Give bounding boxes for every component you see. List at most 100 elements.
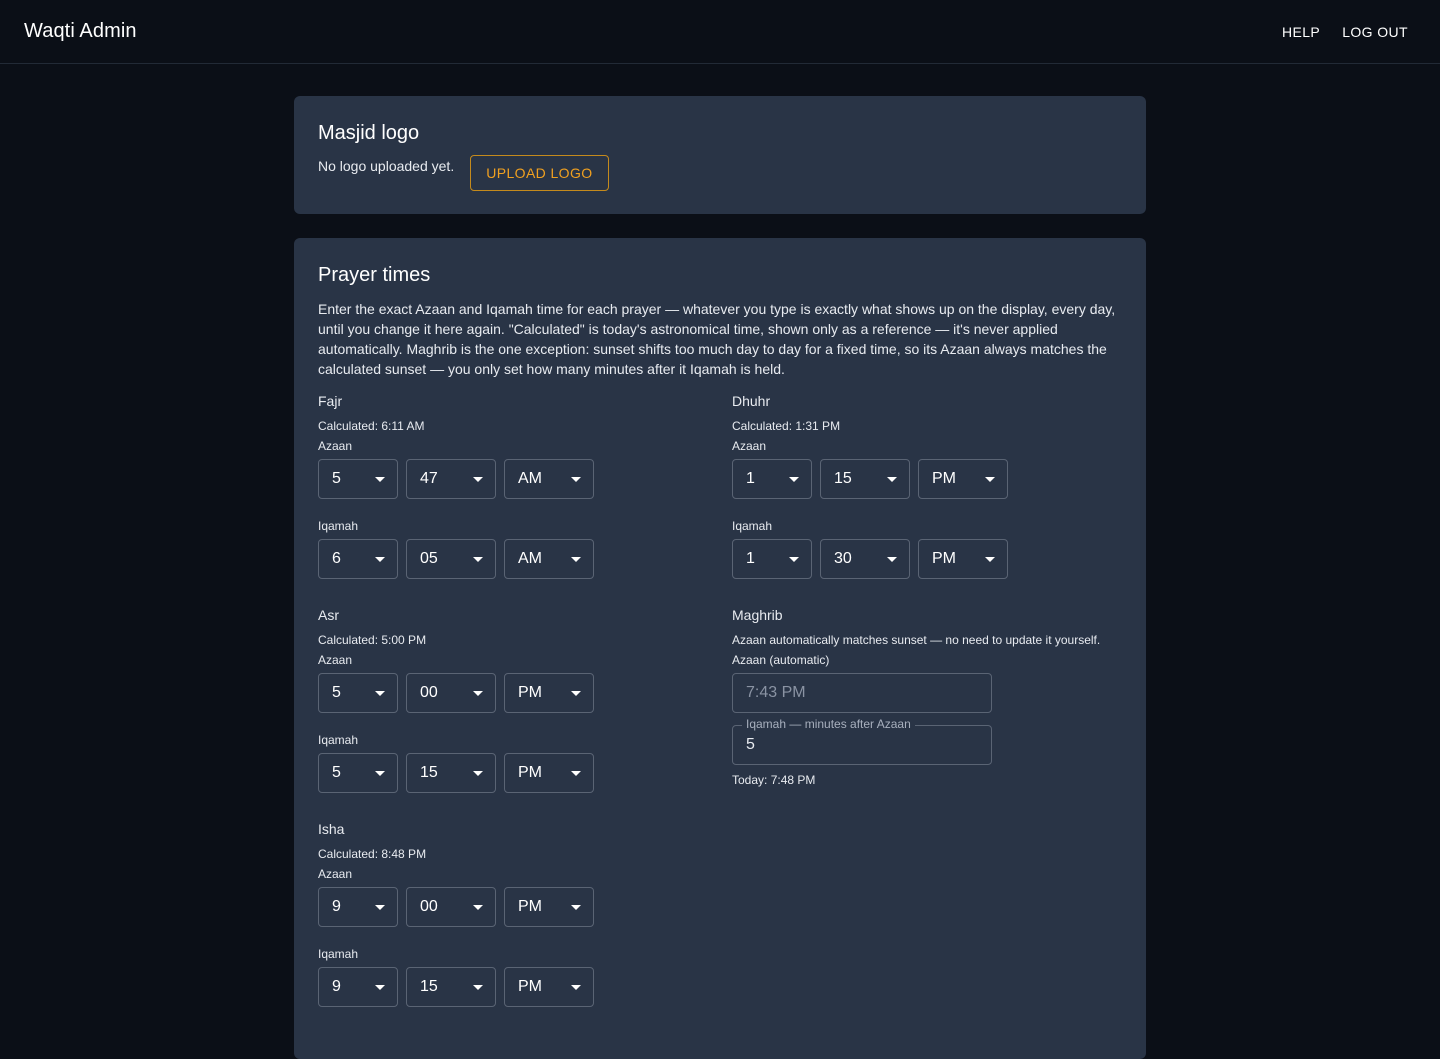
chevron-down-icon: [571, 770, 581, 776]
dhuhr-azaan-minute-select[interactable]: 15: [820, 459, 910, 499]
chevron-down-icon: [375, 556, 385, 562]
main-content: Masjid logo No logo uploaded yet. UPLOAD…: [294, 96, 1146, 1059]
chevron-down-icon: [375, 904, 385, 910]
chevron-down-icon: [375, 770, 385, 776]
iqamah-time-row: 1 30 PM: [732, 539, 1122, 579]
select-value: PM: [932, 550, 956, 567]
isha-azaan-hour-select[interactable]: 9: [318, 887, 398, 927]
logo-row: No logo uploaded yet. UPLOAD LOGO: [318, 155, 1122, 191]
dhuhr-azaan-ampm-select[interactable]: PM: [918, 459, 1008, 499]
chevron-down-icon: [571, 984, 581, 990]
isha-azaan-ampm-select[interactable]: PM: [504, 887, 594, 927]
select-value: PM: [518, 978, 542, 995]
select-value: 5: [332, 764, 341, 781]
select-value: 1: [746, 550, 755, 567]
calculated-time: Calculated: 6:11 AM: [318, 419, 425, 433]
prayer-fajr: Fajr Calculated: 6:11 AM Azaan 5 47 AM I…: [318, 393, 732, 579]
select-value: 30: [834, 550, 852, 567]
asr-azaan-hour-select[interactable]: 5: [318, 673, 398, 713]
dhuhr-iqamah-hour-select[interactable]: 1: [732, 539, 812, 579]
top-nav: HELP LOG OUT: [1268, 16, 1408, 48]
logo-card: Masjid logo No logo uploaded yet. UPLOAD…: [294, 96, 1146, 214]
dhuhr-iqamah-ampm-select[interactable]: PM: [918, 539, 1008, 579]
prayer-isha: Isha Calculated: 8:48 PM Azaan 9 00 PM I…: [318, 821, 732, 1007]
select-value: 05: [420, 550, 438, 567]
iqamah-label: Iqamah: [318, 947, 359, 961]
asr-iqamah-ampm-select[interactable]: PM: [504, 753, 594, 793]
chevron-down-icon: [571, 556, 581, 562]
azaan-label: Azaan: [318, 653, 353, 667]
iqamah-label: Iqamah: [318, 733, 359, 747]
isha-iqamah-minute-select[interactable]: 15: [406, 967, 496, 1007]
app-title: Waqti Admin: [24, 20, 137, 42]
asr-iqamah-hour-select[interactable]: 5: [318, 753, 398, 793]
help-button[interactable]: HELP: [1268, 16, 1320, 48]
logo-card-title: Masjid logo: [318, 122, 420, 144]
select-value: AM: [518, 470, 542, 487]
fajr-azaan-minute-select[interactable]: 47: [406, 459, 496, 499]
maghrib-today-iqamah: Today: 7:48 PM: [732, 773, 816, 787]
maghrib-azaan-field: 7:43 PM: [732, 673, 992, 713]
iqamah-label: Iqamah: [318, 519, 359, 533]
select-value: 5: [332, 684, 341, 701]
fajr-iqamah-minute-select[interactable]: 05: [406, 539, 496, 579]
asr-azaan-ampm-select[interactable]: PM: [504, 673, 594, 713]
dhuhr-azaan-hour-select[interactable]: 1: [732, 459, 812, 499]
calculated-time: Calculated: 8:48 PM: [318, 847, 427, 861]
select-value: PM: [518, 898, 542, 915]
prayer-times-title: Prayer times: [318, 264, 431, 286]
prayer-times-card: Prayer times Enter the exact Azaan and I…: [294, 238, 1146, 1059]
select-value: 6: [332, 550, 341, 567]
prayer-times-description: Enter the exact Azaan and Iqamah time fo…: [318, 301, 1116, 377]
prayer-grid: Fajr Calculated: 6:11 AM Azaan 5 47 AM I…: [318, 393, 1122, 1035]
azaan-automatic-label: Azaan (automatic): [732, 653, 830, 667]
chevron-down-icon: [473, 476, 483, 482]
asr-iqamah-minute-select[interactable]: 15: [406, 753, 496, 793]
azaan-time-row: 5 00 PM: [318, 673, 732, 713]
dhuhr-iqamah-minute-select[interactable]: 30: [820, 539, 910, 579]
maghrib-iqamah-minutes-input[interactable]: Iqamah — minutes after Azaan 5: [732, 717, 992, 765]
chevron-down-icon: [473, 690, 483, 696]
iqamah-minutes-label: Iqamah — minutes after Azaan: [742, 717, 915, 731]
select-value: 9: [332, 898, 341, 915]
app-bar: Waqti Admin HELP LOG OUT: [0, 0, 1440, 64]
fajr-azaan-hour-select[interactable]: 5: [318, 459, 398, 499]
select-value: PM: [518, 684, 542, 701]
logo-status: No logo uploaded yet.: [318, 158, 455, 174]
select-value: 00: [420, 684, 438, 701]
isha-iqamah-ampm-select[interactable]: PM: [504, 967, 594, 1007]
prayer-asr: Asr Calculated: 5:00 PM Azaan 5 00 PM Iq…: [318, 607, 732, 793]
fajr-iqamah-hour-select[interactable]: 6: [318, 539, 398, 579]
select-value: 47: [420, 470, 438, 487]
chevron-down-icon: [887, 476, 897, 482]
select-value: PM: [932, 470, 956, 487]
azaan-time-row: 5 47 AM: [318, 459, 732, 499]
upload-logo-button[interactable]: UPLOAD LOGO: [470, 155, 609, 191]
fajr-iqamah-ampm-select[interactable]: AM: [504, 539, 594, 579]
prayer-name: Isha: [318, 821, 345, 837]
azaan-label: Azaan: [318, 439, 353, 453]
chevron-down-icon: [375, 984, 385, 990]
select-value: 5: [332, 470, 341, 487]
chevron-down-icon: [473, 904, 483, 910]
isha-iqamah-hour-select[interactable]: 9: [318, 967, 398, 1007]
iqamah-time-row: 9 15 PM: [318, 967, 732, 1007]
select-value: 9: [332, 978, 341, 995]
calculated-time: Calculated: 1:31 PM: [732, 419, 841, 433]
prayer-name: Asr: [318, 607, 339, 623]
maghrib-note: Azaan automatically matches sunset — no …: [732, 633, 1101, 647]
prayer-name: Maghrib: [732, 607, 783, 623]
calculated-time: Calculated: 5:00 PM: [318, 633, 427, 647]
select-value: 15: [834, 470, 852, 487]
asr-azaan-minute-select[interactable]: 00: [406, 673, 496, 713]
isha-azaan-minute-select[interactable]: 00: [406, 887, 496, 927]
chevron-down-icon: [789, 476, 799, 482]
fajr-azaan-ampm-select[interactable]: AM: [504, 459, 594, 499]
azaan-label: Azaan: [732, 439, 767, 453]
iqamah-label: Iqamah: [732, 519, 773, 533]
iqamah-minutes-value: 5: [746, 736, 755, 753]
select-value: 00: [420, 898, 438, 915]
maghrib-azaan-value: 7:43 PM: [746, 684, 806, 701]
select-value: 15: [420, 764, 438, 781]
logout-button[interactable]: LOG OUT: [1328, 16, 1408, 48]
